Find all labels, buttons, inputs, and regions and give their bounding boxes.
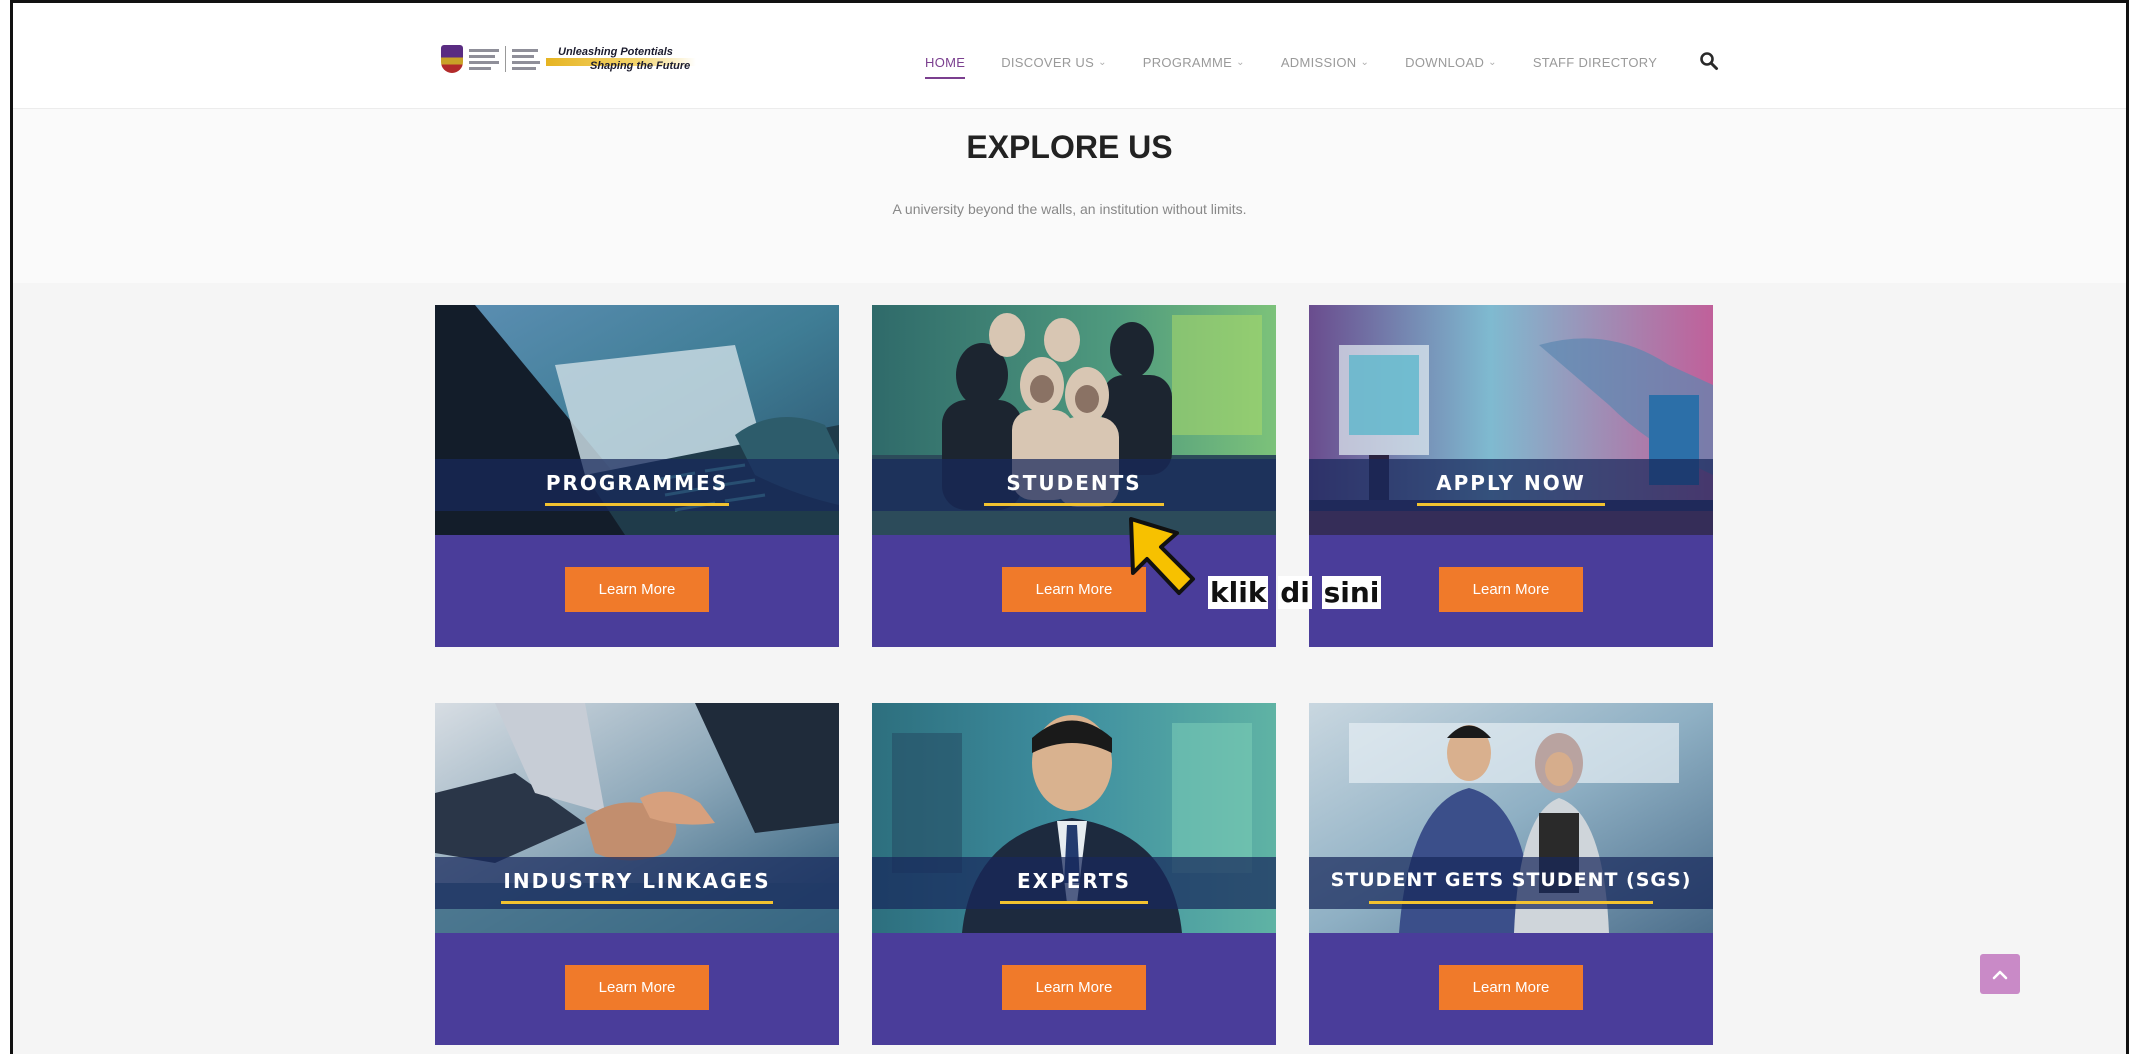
- nav-download-label: DOWNLOAD: [1405, 54, 1485, 70]
- card-industry-linkages: INDUSTRY LINKAGES Learn More: [435, 703, 839, 1045]
- chevron-down-icon: ⌄: [1488, 56, 1497, 68]
- title-underline: [984, 503, 1164, 506]
- card-experts: EXPERTS Learn More: [872, 703, 1276, 1045]
- card-title: STUDENT GETS STUDENT (SGS): [1330, 869, 1692, 891]
- site-header: Unleashing Potentials Shaping the Future…: [13, 3, 2126, 109]
- card-student-gets-student: STUDENT GETS STUDENT (SGS) Learn More: [1309, 703, 1713, 1045]
- chevron-down-icon: ⌄: [1236, 56, 1245, 68]
- main-nav: HOME DISCOVER US ⌄ PROGRAMME ⌄ ADMISSION…: [925, 50, 1693, 79]
- search-icon[interactable]: [1699, 51, 1719, 71]
- card-title: INDUSTRY LINKAGES: [503, 869, 771, 893]
- title-underline: [1417, 503, 1605, 506]
- nav-discover-us[interactable]: DISCOVER US ⌄: [1001, 55, 1107, 70]
- learn-more-experts-button[interactable]: Learn More: [1002, 965, 1146, 1010]
- card-title: PROGRAMMES: [545, 471, 729, 495]
- pointer-arrow-icon: [1129, 517, 1195, 595]
- title-underline: [545, 503, 729, 506]
- learn-more-industry-linkages-button[interactable]: Learn More: [565, 965, 709, 1010]
- title-underline: [501, 901, 773, 904]
- nav-staff-directory[interactable]: STAFF DIRECTORY: [1533, 55, 1657, 70]
- crest-icon: [441, 45, 463, 73]
- logo-tagline: Unleashing Potentials Shaping the Future: [546, 44, 708, 74]
- title-underline: [1369, 901, 1653, 904]
- nav-admission[interactable]: ADMISSION ⌄: [1281, 55, 1369, 70]
- nav-programme[interactable]: PROGRAMME ⌄: [1143, 55, 1245, 70]
- nav-staff-directory-label: STAFF DIRECTORY: [1532, 54, 1658, 70]
- card-title: APPLY NOW: [1436, 471, 1586, 495]
- click-here-annotation: klik di sini: [1208, 576, 1382, 609]
- card-programmes: PROGRAMMES Learn More: [435, 305, 839, 647]
- page-subtitle: A university beyond the walls, an instit…: [892, 201, 1247, 217]
- nav-admission-label: ADMISSION: [1280, 54, 1357, 70]
- tagline-line-2: Shaping the Future: [590, 60, 691, 72]
- learn-more-apply-now-button[interactable]: Learn More: [1439, 567, 1583, 612]
- chevron-up-icon: [1992, 970, 2008, 980]
- tagline-line-1: Unleashing Potentials: [558, 46, 673, 58]
- nav-home-label: HOME: [925, 54, 966, 70]
- logo-wordmark: [469, 48, 499, 70]
- explore-section: EXPLORE US A university beyond the walls…: [13, 109, 2126, 283]
- logo-divider: [505, 46, 506, 72]
- scroll-to-top-button[interactable]: [1980, 954, 2020, 994]
- card-title: STUDENTS: [1006, 471, 1142, 495]
- nav-home[interactable]: HOME: [925, 54, 966, 79]
- annotation-word-3: sini: [1321, 576, 1382, 609]
- learn-more-programmes-button[interactable]: Learn More: [565, 567, 709, 612]
- annotation-word-2: di: [1278, 576, 1312, 609]
- chevron-down-icon: ⌄: [1360, 56, 1370, 68]
- browser-viewport: Unleashing Potentials Shaping the Future…: [10, 0, 2129, 1054]
- card-title: EXPERTS: [1017, 869, 1131, 893]
- logo-faculty-text: [512, 48, 540, 70]
- chevron-down-icon: ⌄: [1098, 56, 1107, 68]
- learn-more-sgs-button[interactable]: Learn More: [1439, 965, 1583, 1010]
- page-title: EXPLORE US: [966, 129, 1173, 165]
- nav-download[interactable]: DOWNLOAD ⌄: [1405, 55, 1497, 70]
- title-underline: [1000, 901, 1148, 904]
- nav-discover-us-label: DISCOVER US: [1001, 54, 1095, 70]
- nav-programme-label: PROGRAMME: [1142, 54, 1233, 70]
- annotation-word-1: klik: [1208, 576, 1269, 609]
- university-logo[interactable]: Unleashing Potentials Shaping the Future: [441, 44, 731, 74]
